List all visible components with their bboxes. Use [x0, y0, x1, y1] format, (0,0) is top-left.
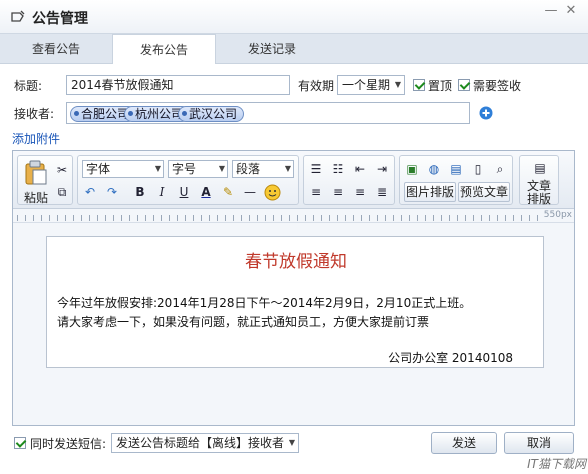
align-right-icon[interactable]: ≡ — [350, 182, 370, 202]
document-title: 春节放假通知 — [245, 252, 347, 272]
recipients-field[interactable]: 合肥公司 杭州公司 武汉公司 — [66, 102, 470, 124]
insert-table-icon[interactable]: ▤ — [446, 159, 466, 179]
unordered-list-icon[interactable]: ☷ — [328, 159, 348, 179]
emoticon-icon[interactable] — [264, 184, 281, 201]
publish-panel: 标题: 2014春节放假通知 有效期 一个星期 ▼ 置顶 需要签收 接收者: 合… — [0, 64, 588, 474]
insert-image-icon[interactable]: ▣ — [402, 159, 422, 179]
announcement-icon — [11, 10, 25, 22]
align-center-icon[interactable]: ≡ — [328, 182, 348, 202]
cancel-button[interactable]: 取消 — [504, 432, 574, 454]
ruler-width-label: 550px — [543, 210, 572, 220]
paragraph-select[interactable]: 段落 ▼ — [232, 160, 294, 178]
clipboard-group: 粘贴 ✂ ⧉ — [17, 155, 73, 205]
sms-template-select[interactable]: 发送公告标题给【离线】接收者 ▼ — [111, 433, 299, 453]
title-label: 标题: — [14, 79, 43, 93]
document-signature: 公司办公室 20140108 — [388, 351, 513, 365]
italic-button[interactable]: I — [152, 182, 172, 202]
chevron-down-icon: ▼ — [284, 164, 291, 173]
watermark: IT猫下载网 — [527, 457, 586, 471]
redo-icon[interactable]: ↷ — [102, 182, 122, 202]
paste-label: 粘贴 — [24, 191, 49, 205]
window-title: 公告管理 — [32, 11, 88, 27]
paste-icon[interactable] — [24, 160, 48, 186]
sms-checkbox[interactable] — [14, 437, 26, 449]
sms-label: 同时发送短信: — [30, 437, 107, 451]
pin-checkbox[interactable] — [413, 79, 425, 91]
outdent-icon[interactable]: ⇤ — [350, 159, 370, 179]
image-layout-button[interactable]: 图片排版 — [404, 182, 456, 202]
bold-button[interactable]: B — [130, 182, 150, 202]
paragraph-value: 段落 — [236, 162, 261, 176]
add-recipient-icon[interactable] — [479, 106, 493, 120]
validity-value: 一个星期 — [342, 78, 391, 92]
signin-checkbox[interactable] — [458, 79, 470, 91]
sms-template-value: 发送公告标题给【离线】接收者 — [116, 436, 285, 450]
editor-ruler: 550px — [13, 209, 574, 223]
validity-label: 有效期 — [298, 79, 335, 93]
article-layout-button[interactable]: ▤ 文章 排版 — [519, 155, 559, 206]
justify-icon[interactable]: ≣ — [372, 182, 392, 202]
ordered-list-icon[interactable]: ☰ — [306, 159, 326, 179]
undo-icon[interactable]: ↶ — [80, 182, 100, 202]
document-page[interactable]: 春节放假通知 今年过年放假安排:2014年1月28日下午～2014年2月9日，2… — [46, 236, 544, 368]
title-input[interactable]: 2014春节放假通知 — [66, 75, 290, 95]
format-group: 字体 ▼ 字号 ▼ 段落 ▼ ↶ ↷ B I U A ✎ — — [77, 155, 299, 205]
tab-bar: 查看公告 发布公告 发送记录 — [0, 34, 588, 65]
validity-select[interactable]: 一个星期 ▼ — [337, 75, 405, 95]
chevron-down-icon: ▼ — [218, 164, 225, 173]
tab-publish-announcement[interactable]: 发布公告 — [112, 34, 216, 65]
rich-text-editor: 粘贴 ✂ ⧉ 字体 ▼ 字号 ▼ 段落 ▼ ↶ ↷ B I U A ✎ — ☰ … — [12, 150, 575, 426]
insert-web-icon[interactable]: ◍ — [424, 159, 444, 179]
chevron-down-icon: ▼ — [154, 164, 161, 173]
horizontal-rule-button[interactable]: — — [240, 182, 260, 202]
ruler-ticks — [17, 215, 538, 221]
preview-article-button[interactable]: 预览文章 — [458, 182, 510, 202]
paragraph-group: ☰ ☷ ⇤ ⇥ ≡ ≡ ≡ ≣ — [303, 155, 395, 205]
size-select[interactable]: 字号 ▼ — [168, 160, 228, 178]
search-icon[interactable]: ⌕ — [490, 159, 510, 179]
recipient-chip[interactable]: 武汉公司 — [178, 106, 245, 122]
align-left-icon[interactable]: ≡ — [306, 182, 326, 202]
tab-send-records[interactable]: 发送记录 — [216, 34, 328, 64]
tab-view-announcements[interactable]: 查看公告 — [0, 34, 112, 64]
signin-label: 需要签收 — [473, 79, 522, 93]
indent-icon[interactable]: ⇥ — [372, 159, 392, 179]
window-titlebar: 公告管理 — ✕ — [0, 0, 588, 34]
copy-icon[interactable]: ⧉ — [52, 182, 72, 202]
insert-note-icon[interactable]: ▯ — [468, 159, 488, 179]
chevron-down-icon: ▼ — [288, 438, 295, 447]
document-icon: ▤ — [534, 161, 546, 175]
font-value: 字体 — [86, 162, 111, 176]
article-layout-label-2: 排版 — [527, 192, 552, 206]
insert-group: ▣ ◍ ▤ ▯ ⌕ 图片排版 预览文章 — [399, 155, 513, 205]
size-value: 字号 — [172, 162, 197, 176]
recipients-label: 接收者: — [14, 107, 55, 121]
document-line: 请大家考虑一下，如果没有问题，就正式通知员工，方便大家提前订票 — [57, 315, 430, 329]
font-color-button[interactable]: A — [196, 182, 216, 202]
highlight-icon[interactable]: ✎ — [218, 182, 238, 202]
pin-label: 置顶 — [428, 79, 453, 93]
send-button[interactable]: 发送 — [431, 432, 497, 454]
font-select[interactable]: 字体 ▼ — [82, 160, 164, 178]
underline-button[interactable]: U — [174, 182, 194, 202]
document-line: 今年过年放假安排:2014年1月28日下午～2014年2月9日，2月10正式上班… — [57, 296, 472, 310]
editor-toolbar: 粘贴 ✂ ⧉ 字体 ▼ 字号 ▼ 段落 ▼ ↶ ↷ B I U A ✎ — ☰ … — [13, 151, 574, 209]
minimize-button[interactable]: — — [542, 4, 560, 18]
chevron-down-icon: ▼ — [394, 80, 401, 89]
add-attachment-link[interactable]: 添加附件 — [12, 130, 60, 147]
cut-icon[interactable]: ✂ — [52, 160, 72, 180]
close-button[interactable]: ✕ — [562, 4, 580, 18]
